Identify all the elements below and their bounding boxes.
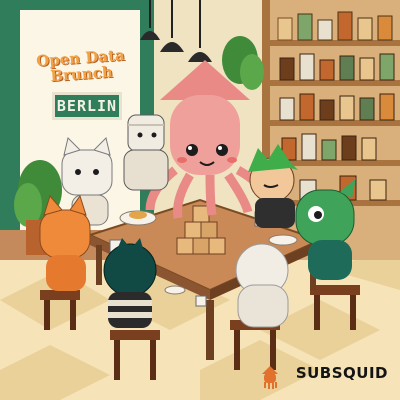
brand-name: SUBSQUID bbox=[295, 364, 388, 382]
bandaged-character bbox=[123, 114, 169, 191]
brunch-scene: Open Data Brunch BERLIN SUBSQUID bbox=[0, 0, 400, 400]
orange-fox-character bbox=[39, 194, 91, 291]
city-sign: BERLIN bbox=[52, 92, 122, 120]
brand-watermark: SUBSQUID bbox=[296, 360, 388, 386]
teal-hood-character bbox=[103, 238, 157, 328]
white-ghost-character bbox=[235, 243, 289, 328]
